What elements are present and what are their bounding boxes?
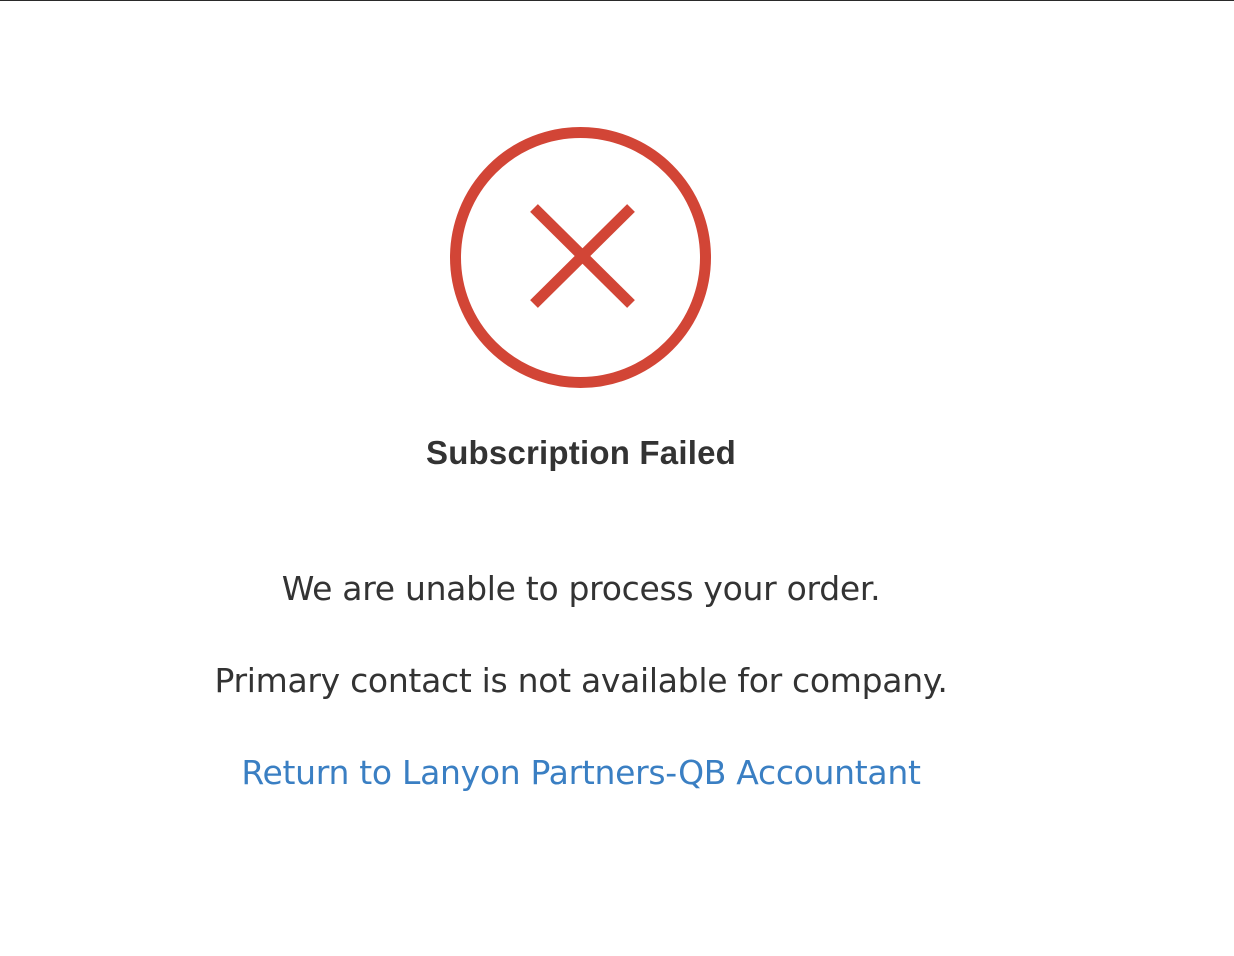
error-x-circle-icon [449,126,712,389]
return-link[interactable]: Return to Lanyon Partners-QB Accountant [0,753,1162,792]
error-detail-message: Primary contact is not available for com… [214,661,948,700]
status-title: Subscription Failed [425,434,736,471]
subscription-failed-page: Subscription Failed We are unable to pro… [0,0,1234,956]
error-message: We are unable to process your order. [281,569,881,608]
